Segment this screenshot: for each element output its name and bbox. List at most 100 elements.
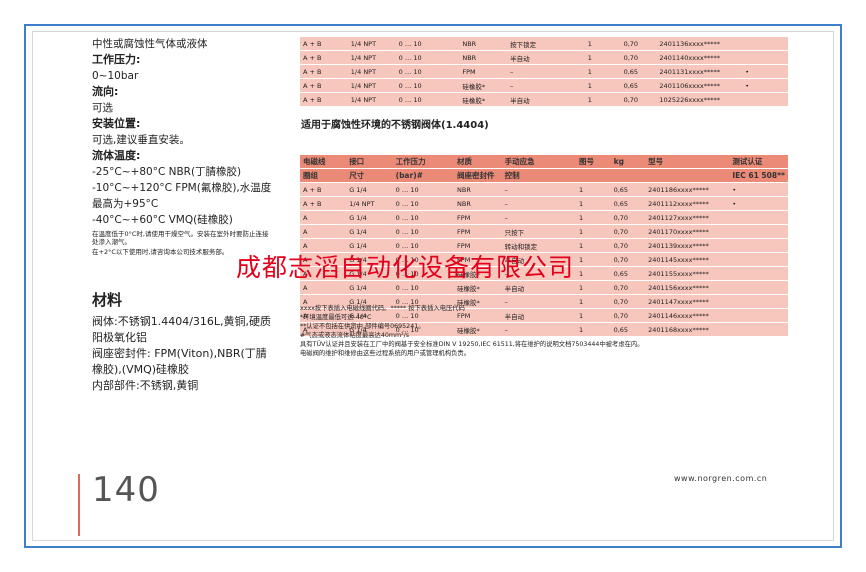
table-cell: A + B (300, 78, 348, 93)
table-header-cell: 阀座密封件 (454, 168, 502, 183)
table-cell: FPM (454, 224, 502, 239)
table-cell: 0 … 10 (392, 196, 455, 211)
table-cell: G 1/4 (346, 224, 393, 239)
table-cell: 1 (584, 37, 621, 51)
table-header-cell: 尺寸 (346, 168, 393, 183)
table-cell: 0,70 (610, 238, 646, 253)
table-cell: 1 (584, 50, 621, 65)
table-row: A + B 1/4 NPT 0 … 10 NBR 半自动 1 0,70 2401140xxxx… (300, 50, 788, 65)
spec-column: 中性或腐蚀性气体或液体 工作压力: 0~10bar 流向: 可选 安装位置: 可… (92, 36, 274, 394)
table-header-cell: 测试认证 (729, 155, 788, 169)
table-header-cell: 控制 (501, 168, 576, 183)
table-row: AG 1/4 0 … 10 FPM –1 0,70 2401127xxxx***** (300, 210, 788, 225)
table-cell: – (507, 64, 585, 79)
table-cell: NBR (454, 196, 502, 211)
table-cell: 1 (575, 266, 611, 281)
materials-title: 材料 (92, 291, 123, 309)
table-cell: – (501, 210, 576, 225)
table-cell: • (729, 196, 788, 211)
table-cell: FPM (454, 210, 502, 225)
flow-label: 流向: (92, 85, 119, 98)
table-cell: 1 (584, 92, 621, 107)
table-header-cell: 材质 (454, 155, 502, 169)
table-cell: A + B (300, 196, 347, 211)
website-link[interactable]: www.norgren.com.cn (674, 474, 767, 483)
table-cell: 2401186xxxx***** (645, 182, 730, 197)
table-cell: 0,70 (620, 50, 657, 65)
table-cell: FPM (459, 64, 508, 79)
table-cell: NBR (454, 182, 502, 197)
table-cell: 0,70 (610, 210, 646, 225)
footnote: #气态或液态流体粘度最高达40mm²/s (300, 332, 410, 339)
table-cell: 1/4 NPT (347, 64, 396, 79)
footnote: xxxx按下表插入电磁线圈代码。***** 按下表插入电压代码 (300, 305, 465, 312)
table-cell (729, 238, 788, 253)
temp-label: 流体温度: (92, 149, 141, 162)
table-cell: 1025226xxxx***** (656, 92, 743, 107)
footnote: 电磁阀的维护和维修由这些过程系统的用户或管理机构负责。 (300, 350, 471, 357)
footnote: 具有TÜV认证并且安装在工厂中的阀基于安全标准DIN V 19250,IEC 6… (300, 341, 644, 348)
table-cell: 2401170xxxx***** (645, 224, 730, 239)
table-cell: 2401112xxxx***** (645, 196, 730, 211)
table-header-cell: IEC 61 508** (729, 168, 788, 183)
table-row: A + BG 1/4 0 … 10 NBR –1 0,65 2401186xxxx****… (300, 182, 788, 197)
table-cell (729, 280, 788, 295)
table-cell: 0 … 10 (395, 64, 460, 79)
medium-text: 中性或腐蚀性气体或液体 (92, 38, 208, 50)
table-row: A + B 1/4 NPT 0 … 10 FPM –1 0,65 2401131xxxx**… (300, 64, 788, 79)
table-cell: G 1/4 (346, 182, 393, 197)
table-cell: 0,65 (610, 266, 646, 281)
table-header-cell (645, 168, 730, 183)
table-row: A + B 1/4 NPT 0 … 10 NBR –1 0,65 2401112xxxx**… (300, 196, 788, 211)
table-cell: 0 … 10 (392, 210, 455, 225)
table-cell: • (729, 182, 788, 197)
footnote: **认证不包括在供货中,部件编号0695241。 (300, 323, 425, 330)
table-cell: 0,65 (620, 78, 657, 93)
table-cell (729, 266, 788, 281)
table-header-cell: 接口 (346, 155, 393, 169)
table-cell: – (501, 196, 576, 211)
table-cell: A + B (300, 37, 348, 51)
table-cell: 0 … 10 (392, 224, 455, 239)
table-cell: 0,65 (610, 182, 646, 197)
company-watermark: 成都志滔自动化设备有限公司 (236, 253, 575, 282)
table-cell: 硅橡胶* (459, 78, 508, 93)
table-cell (729, 224, 788, 239)
table-cell: 0,65 (610, 196, 646, 211)
table-header-row: 圈组 尺寸 (bar)# 阀座密封件 控制 IEC 61 508** (300, 168, 788, 183)
table-cell: 只按下 (501, 224, 576, 239)
table-cell: 半自动 (507, 92, 585, 107)
footnotes: xxxx按下表插入电磁线圈代码。***** 按下表插入电压代码 *环境温度最低可… (300, 304, 800, 358)
table-cell (729, 210, 788, 225)
temp-nbr: -25°C~+80°C NBR(丁腈橡胶) (92, 166, 242, 178)
pressure-label: 工作压力: (92, 53, 141, 66)
table-cell: NBR (459, 37, 508, 51)
page-number: 140 (92, 470, 160, 510)
table-cell: – (507, 78, 585, 93)
table-header-cell: 圈组 (300, 168, 347, 183)
table-cell: 1/4 NPT (347, 78, 396, 93)
table-cell: 1/4 NPT (347, 92, 396, 107)
table-row: A + B 1/4 NPT 0 … 10 硅橡胶* –1 0,65 2401106xxxx*… (300, 78, 788, 93)
table-row: A + B 1/4 NPT 0 … 10 NBR 按下锁定 1 0,70 2401136xxx… (300, 37, 788, 51)
table-cell: 1 (575, 280, 611, 295)
table-cell: 1/4 NPT (347, 50, 396, 65)
table-cell: 按下锁定 (507, 37, 585, 51)
table-cell: 1 (584, 78, 621, 93)
table-cell (729, 252, 788, 267)
table-cell: 0 … 10 (395, 78, 460, 93)
table-cell: 1/4 NPT (347, 37, 396, 51)
flow-value: 可选 (92, 102, 113, 114)
material-internal: 内部部件:不锈钢,黄铜 (92, 379, 199, 392)
page-number-bar (78, 474, 80, 536)
table-cell: 半自动 (507, 50, 585, 65)
table-row: A + B 1/4 NPT 0 … 10 硅橡胶* 半自动 1 0,70 1025226xxx… (300, 92, 788, 107)
table-cell: A + B (300, 50, 348, 65)
table-cell: • (742, 64, 788, 79)
table-cell: 2401140xxxx***** (656, 50, 743, 65)
table-cell: • (742, 78, 788, 93)
material-body: 阀体:不锈钢1.4404/316L,黄铜,硬质阳极氧化铝 (92, 315, 272, 344)
section-title-stainless: 适用于腐蚀性环境的不锈钢阀体(1.4404) (301, 120, 489, 131)
table-cell: 1 (575, 224, 611, 239)
table-header-cell: (bar)# (392, 168, 455, 183)
